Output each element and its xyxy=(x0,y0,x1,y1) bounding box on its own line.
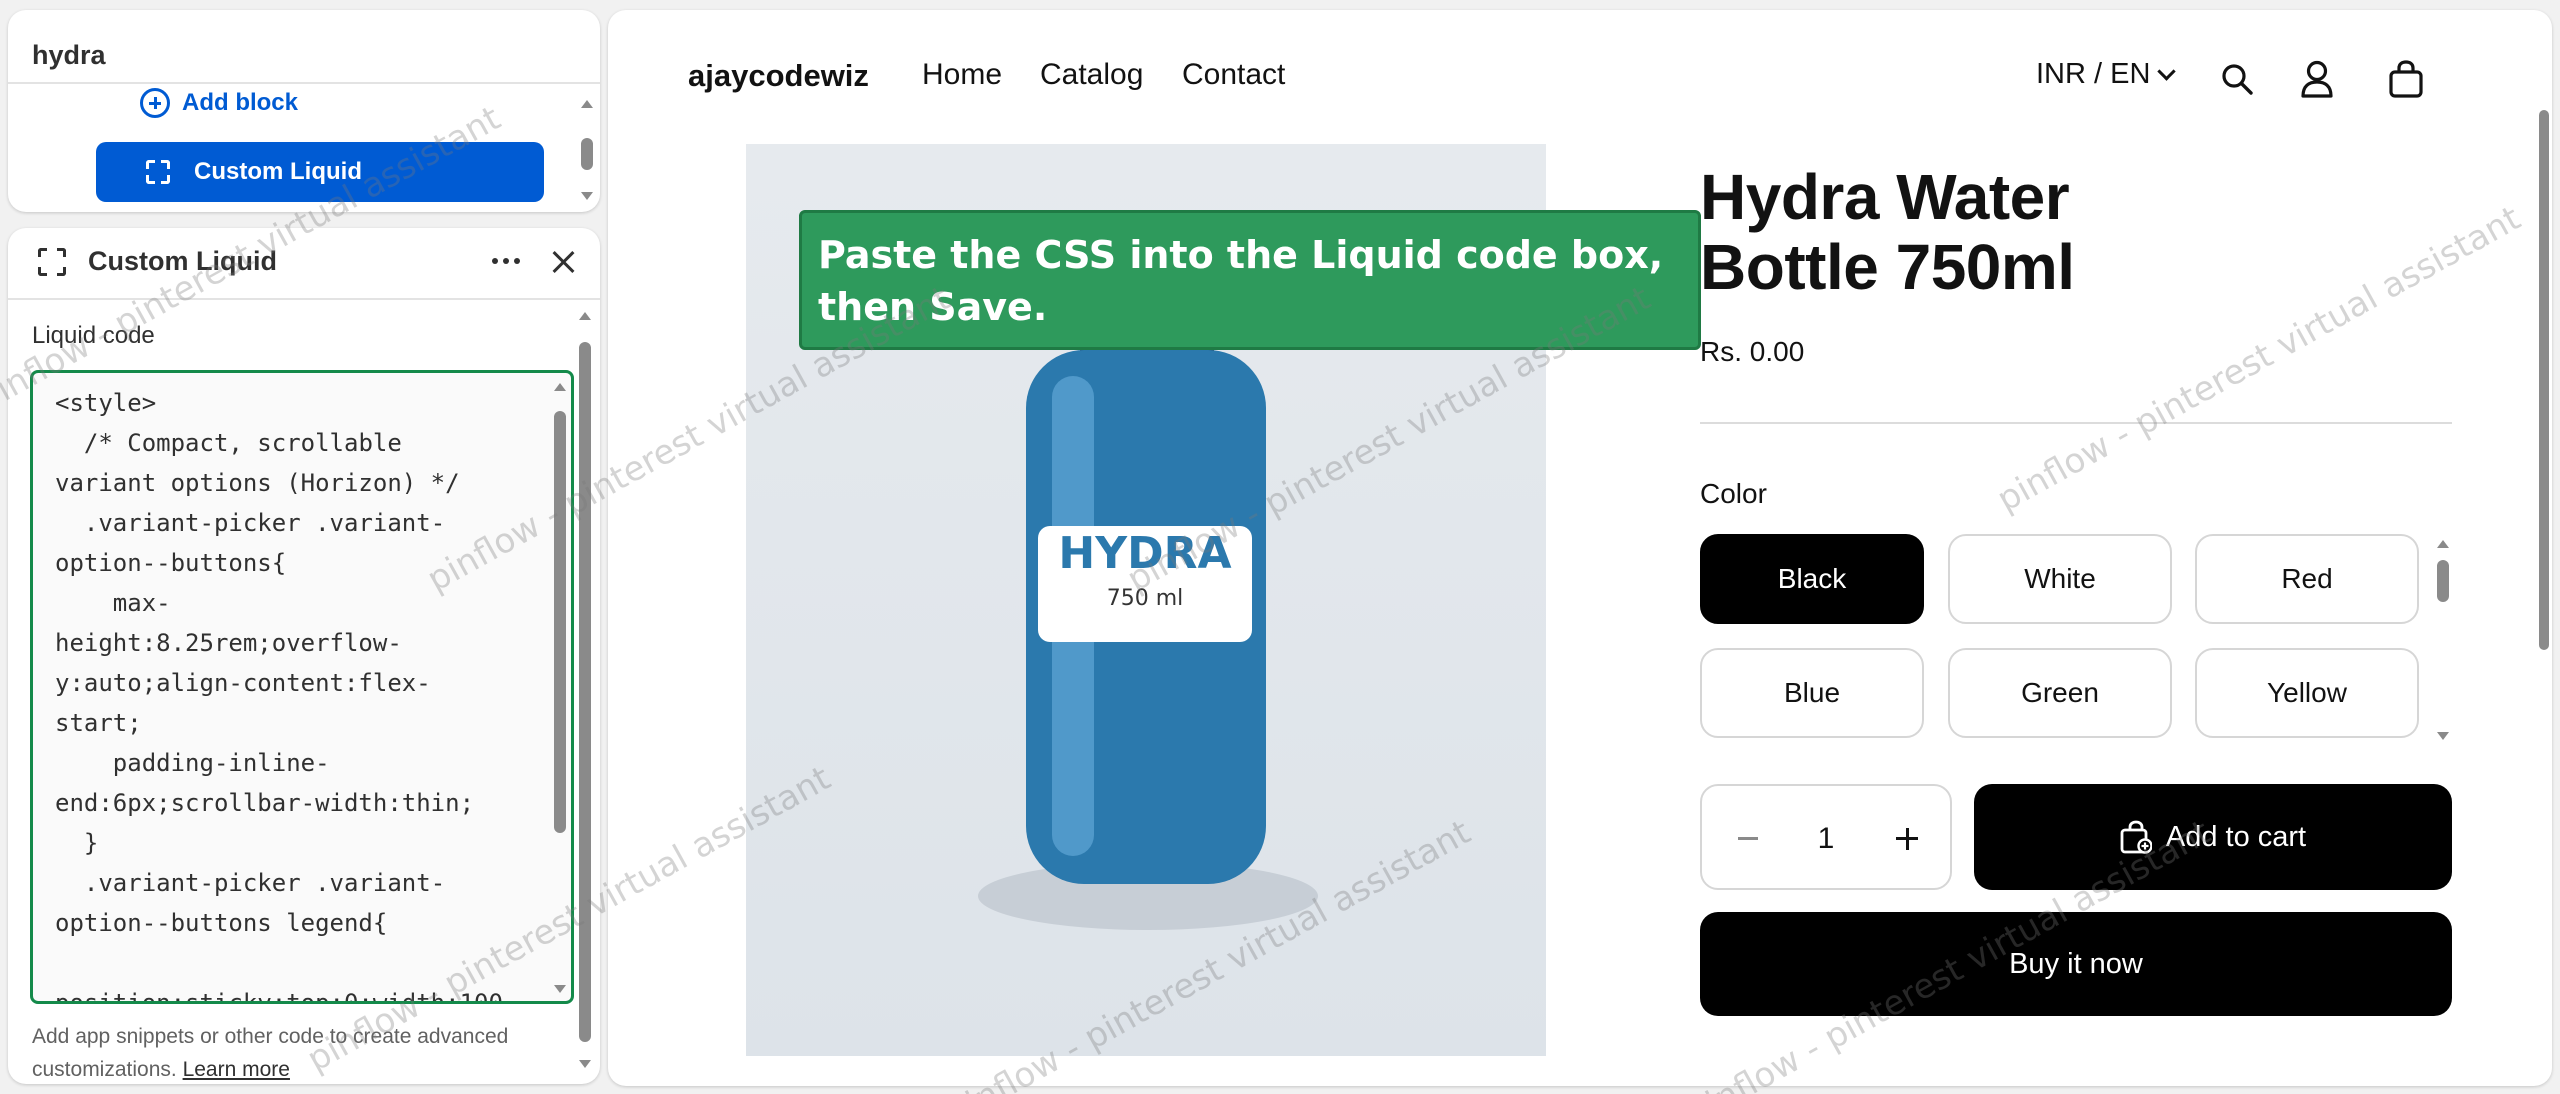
liquid-code-textarea[interactable]: <style> /* Compact, scrollable variant o… xyxy=(30,370,574,1004)
search-icon[interactable] xyxy=(2220,62,2254,96)
scroll-down-arrow-icon[interactable] xyxy=(554,985,566,993)
block-list-panel: hydra Add block Custom Liquid xyxy=(8,10,600,212)
color-option-black[interactable]: Black xyxy=(1700,534,1924,624)
divider xyxy=(1700,422,2452,424)
scroll-down-arrow-icon[interactable] xyxy=(2437,732,2449,740)
scrollbar-thumb[interactable] xyxy=(554,411,566,833)
color-options-scrollbar[interactable] xyxy=(2436,540,2449,744)
settings-scrollbar[interactable] xyxy=(578,308,591,1072)
chevron-down-icon xyxy=(2157,62,2177,81)
product-title-line-1: Hydra Water xyxy=(1700,161,2070,233)
plus-circle-icon xyxy=(140,88,170,118)
instruction-callout: Paste the CSS into the Liquid code box, … xyxy=(799,210,1701,350)
divider xyxy=(8,298,600,300)
liquid-code-value[interactable]: <style> /* Compact, scrollable variant o… xyxy=(55,383,515,1001)
liquid-code-label: Liquid code xyxy=(32,322,155,349)
nav-link-home[interactable]: Home xyxy=(922,58,1002,92)
scroll-down-arrow-icon[interactable] xyxy=(581,192,593,200)
add-block-button[interactable]: Add block xyxy=(140,88,298,118)
scrollbar-thumb[interactable] xyxy=(579,342,591,1042)
cart-add-icon xyxy=(2120,820,2152,854)
color-option-yellow[interactable]: Yellow xyxy=(2195,648,2419,738)
nav-link-contact[interactable]: Contact xyxy=(1182,58,1285,92)
bottle-label-brand: HYDRA xyxy=(1058,528,1232,579)
quantity-stepper[interactable]: 1 xyxy=(1700,784,1952,890)
bottle-label-volume: 750 ml xyxy=(1106,586,1184,611)
nav-link-catalog[interactable]: Catalog xyxy=(1040,58,1143,92)
help-text: Add app snippets or other code to create… xyxy=(32,1020,552,1084)
add-to-cart-button[interactable]: Add to cart xyxy=(1974,784,2452,890)
add-to-cart-label: Add to cart xyxy=(2165,820,2307,853)
scrollbar-thumb[interactable] xyxy=(2539,110,2549,650)
color-option-green[interactable]: Green xyxy=(1948,648,2172,738)
color-option-red[interactable]: Red xyxy=(2195,534,2419,624)
plus-icon[interactable] xyxy=(1905,828,1909,850)
block-item-custom-liquid[interactable]: Custom Liquid xyxy=(96,142,544,202)
color-options-group: Black White Red Blue Green Yellow xyxy=(1700,534,2419,748)
product-title-line-2: Bottle 750ml xyxy=(1700,231,2075,303)
buy-it-now-button[interactable]: Buy it now xyxy=(1700,912,2452,1016)
scroll-up-arrow-icon[interactable] xyxy=(554,383,566,391)
scrollbar-thumb[interactable] xyxy=(2437,560,2449,602)
scrollbar-thumb[interactable] xyxy=(581,138,593,170)
custom-liquid-settings-panel: Custom Liquid Liquid code <style> /* Com… xyxy=(8,228,600,1084)
account-icon[interactable] xyxy=(2300,60,2334,98)
scroll-up-arrow-icon[interactable] xyxy=(2437,540,2449,548)
locale-selector[interactable]: INR / EN xyxy=(2036,58,2177,91)
store-brand-link[interactable]: ajaycodewiz xyxy=(688,58,869,94)
product-price: Rs. 0.00 xyxy=(1700,336,1805,367)
add-block-label: Add block xyxy=(182,89,299,116)
block-list-scrollbar[interactable] xyxy=(580,92,593,204)
store-name: hydra xyxy=(32,40,106,70)
color-option-blue[interactable]: Blue xyxy=(1700,648,1924,738)
color-option-white[interactable]: White xyxy=(1948,534,2172,624)
preview-scrollbar[interactable] xyxy=(2536,110,2552,650)
divider xyxy=(8,82,600,84)
scroll-up-arrow-icon[interactable] xyxy=(581,100,593,108)
cart-bag-icon[interactable] xyxy=(2388,60,2424,98)
scroll-down-arrow-icon[interactable] xyxy=(579,1060,591,1068)
color-option-label: Color xyxy=(1700,478,1767,509)
block-item-label: Custom Liquid xyxy=(194,158,362,185)
panel-header: Custom Liquid xyxy=(8,228,600,298)
custom-liquid-icon xyxy=(146,160,170,184)
code-box-scrollbar[interactable] xyxy=(553,379,566,999)
panel-title: Custom Liquid xyxy=(88,246,277,276)
storefront-preview: ajaycodewiz Home Catalog Contact INR / E… xyxy=(608,10,2552,1086)
custom-liquid-icon xyxy=(38,248,66,276)
locale-value: INR / EN xyxy=(2036,58,2151,90)
close-icon[interactable] xyxy=(550,248,578,276)
more-options-icon[interactable] xyxy=(492,258,520,264)
learn-more-link[interactable]: Learn more xyxy=(183,1058,290,1081)
scroll-up-arrow-icon[interactable] xyxy=(579,312,591,320)
